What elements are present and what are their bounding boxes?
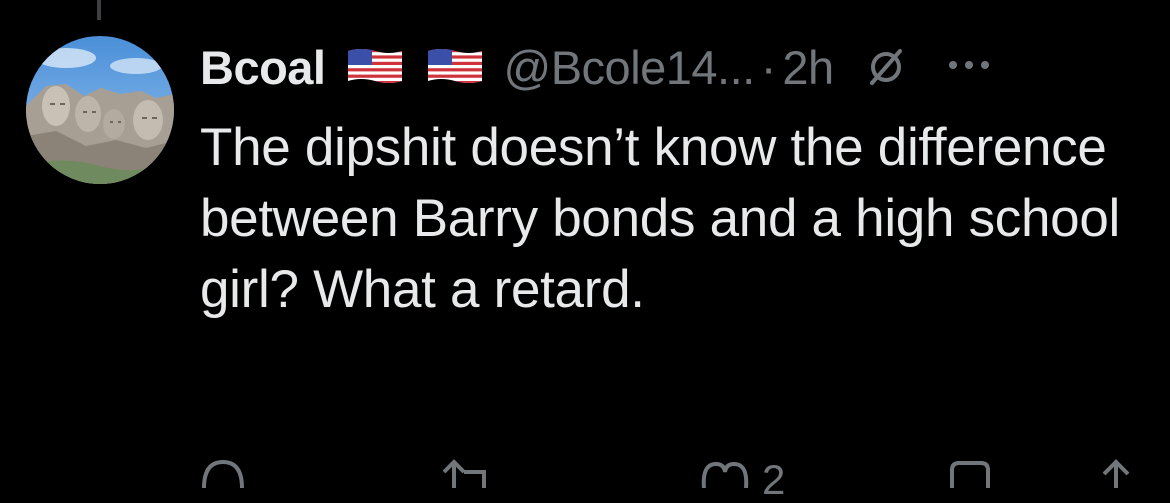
separator-dot: · <box>760 40 777 94</box>
bookmark-button[interactable] <box>948 458 1004 488</box>
share-button[interactable] <box>1096 458 1148 488</box>
more-options-icon[interactable] <box>948 58 990 76</box>
display-name[interactable]: Bcoal <box>200 40 326 95</box>
no-entry-slash-icon[interactable] <box>864 43 908 92</box>
bookmark-icon <box>950 461 990 488</box>
mount-rushmore-avatar-icon <box>26 36 174 184</box>
like-count: 2 <box>762 456 786 503</box>
thread-connector-line <box>97 0 101 20</box>
like-button[interactable]: 2 <box>700 458 785 502</box>
repost-icon <box>442 459 486 488</box>
us-flag-icon <box>346 45 404 90</box>
repost-button[interactable] <box>440 458 508 488</box>
reply-bubble-icon <box>202 459 244 488</box>
avatar[interactable] <box>26 36 174 184</box>
tweet-header: Bcoal @Bcole14... · 2h <box>200 34 990 100</box>
heart-icon <box>701 461 749 488</box>
reply-button[interactable] <box>200 458 258 488</box>
us-flag-icon <box>426 45 484 90</box>
share-icon <box>1102 459 1130 488</box>
timestamp[interactable]: 2h <box>782 40 834 95</box>
user-handle[interactable]: @Bcole14... <box>504 40 756 95</box>
tweet-body-text: The dipshit doesn’t know the difference … <box>200 118 1120 319</box>
